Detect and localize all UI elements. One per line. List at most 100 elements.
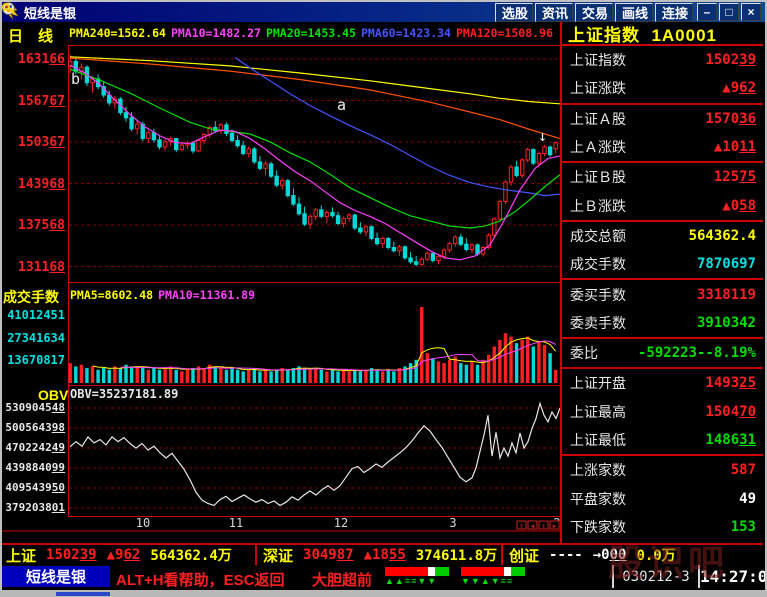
status-item: ---- xyxy=(549,547,583,563)
quote-row-label: 上涨家数 xyxy=(570,460,626,480)
chart-scroll-button[interactable]: ‖ xyxy=(539,521,548,530)
quote-row-value: 12575 xyxy=(714,169,756,185)
clock-display: 14:27:03 xyxy=(700,567,767,586)
status-item: 深证 xyxy=(263,545,293,566)
quote-row-下跌家数: 下跌家数153 xyxy=(562,513,763,541)
quote-row-value: 157036 xyxy=(705,111,756,127)
pma-label: PMA120=1508.96 xyxy=(456,26,553,40)
y-axis-label: 27341634 xyxy=(1,331,65,345)
quote-row-label: 上证开盘 xyxy=(570,373,626,393)
y-axis-label: 156767 xyxy=(1,94,65,109)
quote-row-value: 564362.4 xyxy=(689,228,756,244)
quote-row-label: 上证最低 xyxy=(570,430,626,450)
quote-row-label: 平盘家数 xyxy=(570,489,626,509)
status-section-0: 上证 150239 ▲962 564362.4万 xyxy=(0,545,257,565)
chart-annotation: a xyxy=(337,96,346,114)
market-indicator-1: ▲▲≡≡▼▼ xyxy=(385,567,449,586)
quote-row-value: 49 xyxy=(739,491,756,507)
y-axis-label: 13670817 xyxy=(1,353,65,367)
pma-label: PMA20=1453.45 xyxy=(266,26,356,40)
svg-text:‖: ‖ xyxy=(520,524,522,530)
status-item: 150239 xyxy=(46,547,97,563)
toolbar-button-选股[interactable]: 选股 xyxy=(495,3,533,22)
quote-row-value: ▲058 xyxy=(722,198,756,214)
y-axis-label: 470224249 xyxy=(1,441,65,454)
chart-scroll-button[interactable]: ‖ xyxy=(517,521,526,530)
window-title: 短线是银 xyxy=(24,3,76,22)
quote-row-上证开盘: 上证开盘149325 xyxy=(562,369,763,397)
quote-panel: 上证指数 1A0001 上证指数150239上证涨跌▲962上证Ａ股157036… xyxy=(560,22,763,543)
indicator-bar xyxy=(461,567,525,576)
toolbar-button-资讯[interactable]: 资讯 xyxy=(535,3,573,22)
chart-annotation: b xyxy=(71,70,80,88)
quote-row-委比: 委比 -592223--8.19% xyxy=(562,339,763,369)
quote-row-value: 3910342 xyxy=(697,315,756,331)
quote-row-上Ｂ涨跌: 上Ｂ涨跌 ▲058 xyxy=(562,191,763,221)
x-axis-tick: 12 xyxy=(334,516,348,530)
quote-row-上证Ｂ股: 上证Ｂ股 12575 xyxy=(562,163,763,191)
minimize-button[interactable]: – xyxy=(697,3,717,21)
quote-row-value: 150470 xyxy=(705,404,756,420)
toolbar-button-画线[interactable]: 画线 xyxy=(615,3,653,22)
x-axis-tick: 11 xyxy=(229,516,243,530)
quote-row-value: 150239 xyxy=(705,52,756,68)
toolbar-button-label: 画线 xyxy=(622,3,648,22)
quote-row-label: 上证涨跌 xyxy=(570,78,626,98)
status-item: 创证 xyxy=(509,545,539,566)
quote-row-label: 上证Ａ股 xyxy=(570,109,626,129)
quote-row-上证最高: 上证最高 150470 xyxy=(562,398,763,426)
quote-row-label: 委比 xyxy=(570,343,598,363)
quote-row-平盘家数: 平盘家数 49 xyxy=(562,484,763,512)
brand-box: 短线是银 xyxy=(2,566,110,587)
quote-row-label: 上证Ｂ股 xyxy=(570,167,626,187)
pma-values-row: PMA240=1562.64PMA10=1482.27PMA20=1453.45… xyxy=(69,26,553,40)
svg-text:►: ► xyxy=(552,524,558,530)
maximize-button[interactable]: □ xyxy=(719,3,739,21)
window-controls: – □ × xyxy=(697,3,765,21)
marquee-text: 大胆超前 xyxy=(312,569,372,590)
status-item: ▲962 xyxy=(107,547,141,563)
volume-pma-row: PMA5=8602.48PMA10=11361.89 xyxy=(70,288,255,302)
status-item: 上证 xyxy=(6,545,36,566)
y-axis-label: 143968 xyxy=(1,177,65,192)
quote-row-value: -592223--8.19% xyxy=(638,345,756,361)
y-axis-label: 131168 xyxy=(1,260,65,275)
quote-row-上证最低: 上证最低148631 xyxy=(562,426,763,456)
y-axis-label: 439884099 xyxy=(1,461,65,474)
status-item: 304987 xyxy=(303,547,354,563)
toolbar-button-label: 资讯 xyxy=(542,3,568,22)
x-axis-tick: 10 xyxy=(136,516,150,530)
indicator-triangles: ▼▼▲▼≡≡ xyxy=(461,576,525,586)
close-button[interactable]: × xyxy=(741,3,761,21)
quote-row-value: ▲962 xyxy=(722,80,756,96)
app-window: ba↓10111232‖◄‖► 短线是银 选股资讯交易画线连接 – □ × 日 … xyxy=(0,0,767,597)
status-item: 374611.8万 xyxy=(416,545,497,565)
quote-row-label: 委卖手数 xyxy=(570,313,626,333)
status-item: 564362.4万 xyxy=(150,545,231,565)
toolbar-button-label: 连接 xyxy=(662,3,688,22)
quote-row-委卖手数: 委卖手数 3910342 xyxy=(562,309,763,339)
status-item: ▲1855 xyxy=(364,547,406,563)
quote-row-value: 7870697 xyxy=(697,256,756,272)
chart-scroll-button[interactable]: ◄ xyxy=(528,521,537,530)
status-section-2: 创证----→0000.0万 xyxy=(503,545,763,565)
quote-row-成交总额: 成交总额 564362.4 xyxy=(562,222,763,250)
toolbar-button-交易[interactable]: 交易 xyxy=(575,3,613,22)
quote-row-label: 上Ｂ涨跌 xyxy=(570,196,626,216)
toolbar-button-连接[interactable]: 连接 xyxy=(655,3,693,22)
chart-scroll-button[interactable]: ► xyxy=(550,521,559,530)
y-axis-label: 41012451 xyxy=(1,308,65,322)
indicator-triangles: ▲▲≡≡▼▼ xyxy=(385,576,449,586)
indicator-bar xyxy=(385,567,449,576)
window-frame xyxy=(0,590,767,597)
x-axis-tick: 3 xyxy=(449,516,456,530)
titlebar-toolbar: 选股资讯交易画线连接 xyxy=(495,3,697,22)
quote-row-value: 3318119 xyxy=(697,287,756,303)
y-axis-label: 150367 xyxy=(1,135,65,150)
volume-section-label: 成交手数 xyxy=(3,287,59,307)
obv-section-label: OBV xyxy=(38,387,68,403)
quote-row-label: 上Ａ涨跌 xyxy=(570,137,626,157)
quote-row-label: 成交总额 xyxy=(570,226,626,246)
quote-row-label: 上证最高 xyxy=(570,402,626,422)
quote-panel-title: 上证指数 1A0001 xyxy=(562,22,763,46)
